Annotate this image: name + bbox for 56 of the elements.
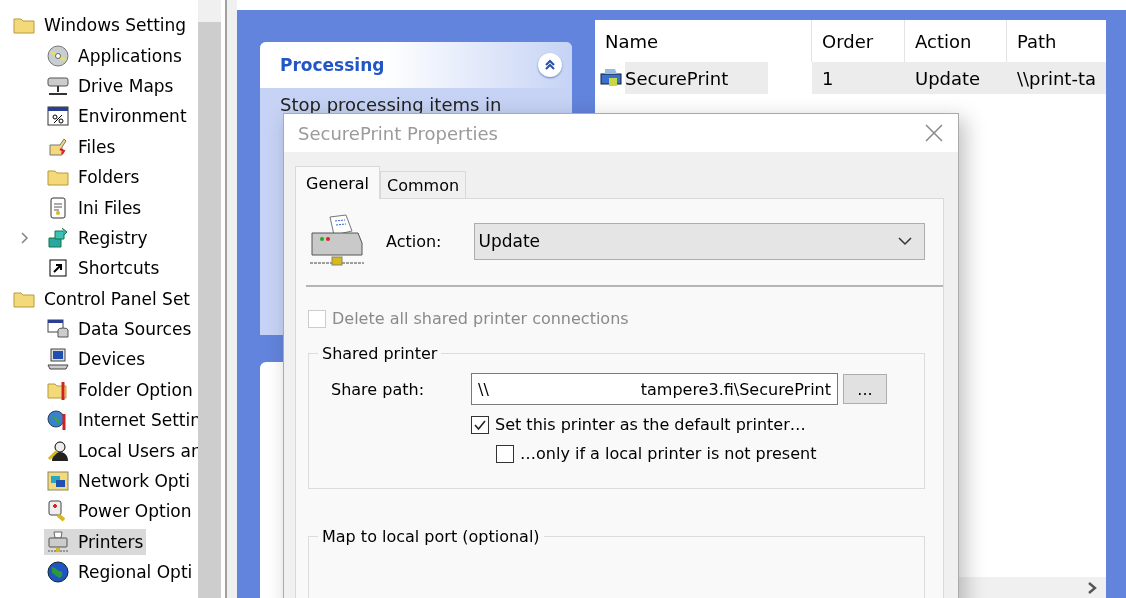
browse-button[interactable]: ... (843, 374, 887, 404)
tree-item[interactable]: Shortcuts (44, 255, 163, 282)
checkbox-label: Set this printer as the default printer… (495, 415, 806, 434)
blocks-icon (46, 225, 70, 250)
dropdown-caret-icon (898, 236, 912, 246)
column-header[interactable]: Path (1007, 20, 1106, 62)
tree-item[interactable]: Regional Opti (44, 559, 196, 586)
tree-item[interactable]: Local Users ar (44, 437, 199, 464)
table-cell[interactable]: \\print-ta (1007, 62, 1106, 94)
table-cell[interactable]: SecurePrint (625, 62, 769, 94)
close-button[interactable] (924, 123, 944, 143)
group-title: Map to local port (optional) (321, 527, 541, 546)
scrollbar[interactable] (198, 0, 222, 598)
field-label: Share path: (331, 379, 426, 399)
table-cell[interactable]: 1 (812, 62, 905, 94)
collapse-button[interactable] (538, 53, 562, 77)
tree-item[interactable]: Network Opti (44, 468, 193, 495)
tree-item[interactable]: Environment (44, 103, 190, 130)
tree-item[interactable]: Control Panel Set (10, 285, 194, 312)
scroll-right-icon[interactable] (1086, 580, 1098, 595)
checkbox-label: …only if a local printer is not present (520, 444, 817, 463)
tree-item[interactable]: Folder Option (44, 376, 196, 403)
tree-item[interactable]: Data Sources (44, 316, 195, 343)
checkbox-label: Delete all shared printer connections (332, 309, 629, 328)
window-icon (46, 104, 70, 129)
tab[interactable]: General (295, 166, 381, 199)
tree-item[interactable]: Registry (44, 224, 151, 251)
checkbox[interactable] (496, 444, 514, 463)
dialog-title: SecurePrint Properties (298, 122, 498, 144)
printer-icon (46, 529, 70, 554)
table-cell[interactable]: Update (905, 62, 1007, 94)
checkbox[interactable] (471, 415, 489, 434)
network-window-icon (46, 469, 70, 494)
group-title: Shared printer (321, 344, 439, 363)
tree-item[interactable]: Devices (44, 346, 148, 373)
share-path-field[interactable]: \\ tampere3.fi\SecurePrint (471, 373, 838, 405)
tree-item[interactable]: Drive Maps (44, 72, 177, 99)
section-title: Processing (280, 55, 385, 75)
printer-icon (308, 213, 366, 269)
tree-item[interactable]: Folders (44, 164, 143, 191)
tree-item[interactable]: Applications (44, 42, 185, 69)
double-chevron-icon (544, 59, 556, 71)
disc-icon (46, 43, 70, 68)
tree-item[interactable]: Ini Files (44, 194, 145, 221)
tree-item[interactable]: Printers (44, 528, 147, 555)
splitter[interactable] (225, 0, 237, 598)
tree-item[interactable]: Files (44, 133, 119, 160)
globe-icon (46, 560, 70, 585)
tree-item[interactable]: Windows Setting (10, 12, 190, 39)
action-dropdown[interactable]: Update (473, 222, 925, 260)
computer-icon (46, 347, 70, 372)
tab[interactable]: Common (380, 171, 467, 198)
field-label: Action: (386, 231, 442, 251)
user-icon (46, 438, 70, 463)
task-text: Stop processing items in (279, 93, 503, 117)
tree-item[interactable]: Power Option (44, 498, 195, 525)
